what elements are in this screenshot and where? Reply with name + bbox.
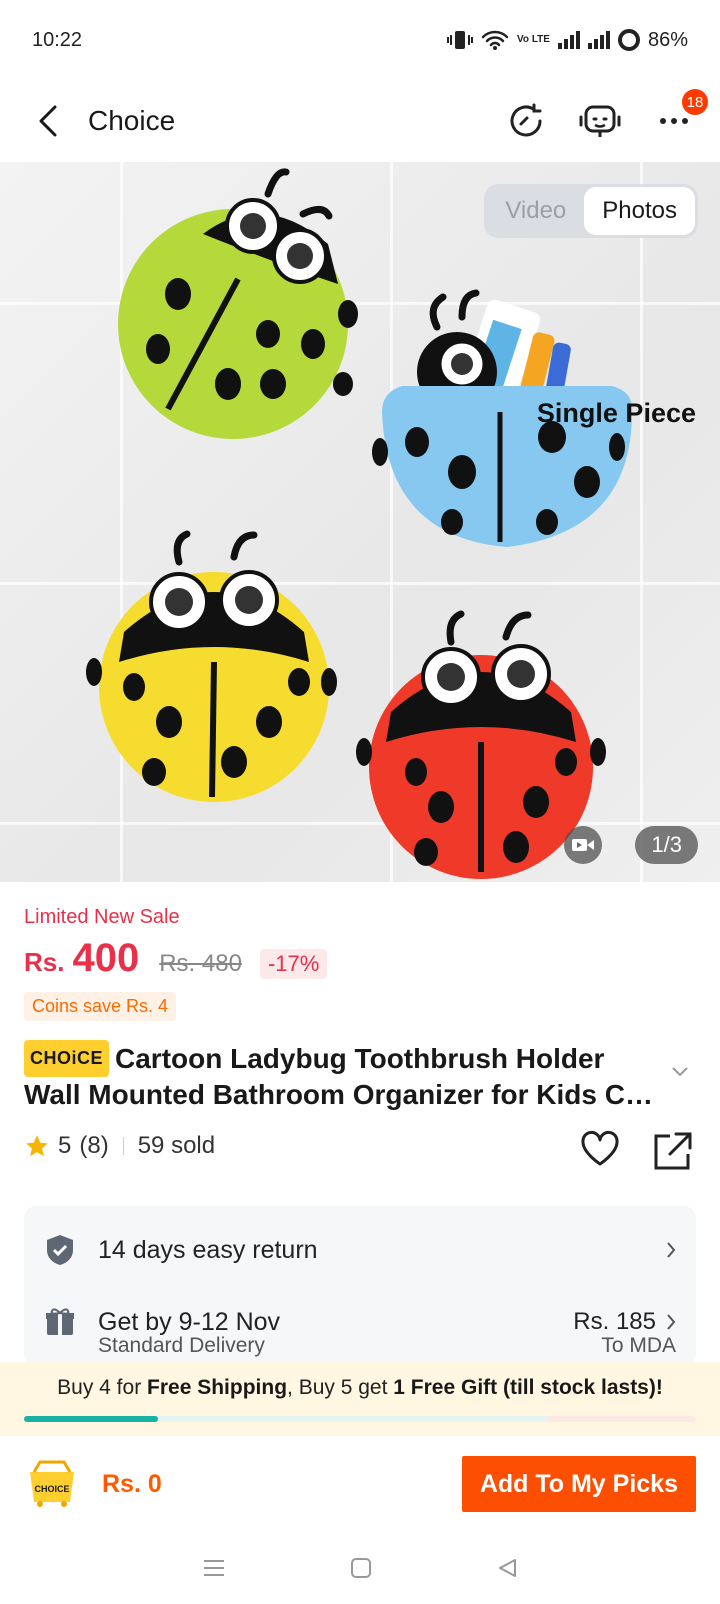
- more-menu-button[interactable]: 18: [652, 89, 708, 143]
- delivery-date: Get by 9-12 Nov: [98, 1307, 281, 1336]
- header-actions: 18: [504, 89, 708, 143]
- back-triangle-icon[interactable]: [496, 1557, 518, 1579]
- gift-box-icon: [44, 1306, 76, 1338]
- share-button[interactable]: [652, 1130, 694, 1177]
- battery-icon: [617, 29, 640, 51]
- yellow-ladybug-image: [86, 530, 337, 802]
- free-shipping-banner[interactable]: Buy 4 for Free Shipping, Buy 5 get 1 Fre…: [0, 1362, 720, 1436]
- rating-value: 5: [58, 1132, 72, 1159]
- more-icon: [660, 118, 688, 124]
- original-price: Rs. 480: [159, 950, 242, 977]
- recents-menu-icon[interactable]: [202, 1558, 226, 1578]
- wifi-icon: [481, 30, 509, 50]
- back-button[interactable]: [30, 99, 66, 143]
- battery-percent: 86%: [647, 28, 688, 51]
- video-camera-icon: [572, 839, 594, 851]
- video-play-button[interactable]: [564, 826, 602, 864]
- system-navigation-bar: [0, 1532, 720, 1604]
- status-time: 10:22: [32, 28, 83, 51]
- chevron-right-icon: [667, 1242, 676, 1258]
- add-to-picks-button[interactable]: Add To My Picks: [461, 1456, 696, 1512]
- delivery-price: Rs. 185: [573, 1308, 656, 1335]
- return-text: 14 days easy return: [98, 1235, 318, 1264]
- home-square-icon[interactable]: [350, 1557, 372, 1579]
- choice-brand-logo: CHOiCE: [24, 1040, 110, 1077]
- chevron-down-icon[interactable]: [670, 1066, 690, 1078]
- discount-badge: -17%: [259, 949, 328, 979]
- media-type-toggle: Video Photos: [484, 184, 698, 238]
- share-icon: [654, 1132, 692, 1170]
- image-caption: Single Piece: [536, 398, 696, 428]
- picks-cart-button[interactable]: CHOICE: [24, 1454, 80, 1515]
- image-counter: 1/3: [635, 826, 698, 864]
- promo-text: Buy 4 for Free Shipping, Buy 5 get 1 Fre…: [57, 1376, 663, 1399]
- product-title-line1: Cartoon Ladybug Toothbrush Holder: [115, 1043, 605, 1074]
- product-title[interactable]: CHOiCE Cartoon Ladybug Toothbrush Holder …: [24, 1040, 674, 1112]
- choice-cart-icon: CHOICE: [30, 1460, 74, 1507]
- chevron-right-icon: [667, 1314, 676, 1330]
- signal-icon: [557, 31, 580, 49]
- promo-progress-fill: [24, 1416, 159, 1422]
- product-title-line2: Wall Mounted Bathroom Organizer for Kids…: [24, 1079, 653, 1110]
- delivery-destination: To MDA: [601, 1334, 676, 1357]
- rating-row[interactable]: 5 (8) 59 sold: [24, 1132, 215, 1160]
- product-image-gallery[interactable]: Video Photos Single Piece 1/3: [0, 162, 720, 882]
- price-row: Rs. 400 Rs. 480 -17%: [24, 936, 328, 981]
- return-policy-row[interactable]: 14 days easy return: [24, 1220, 696, 1280]
- sale-label: Limited New Sale: [24, 906, 180, 928]
- status-bar: 10:22 Vo LTE 86%: [0, 0, 720, 80]
- status-icons: Vo LTE 86%: [447, 29, 688, 52]
- volte-indicator: Vo LTE: [517, 34, 550, 45]
- tab-photos[interactable]: Photos: [584, 187, 695, 235]
- wishlist-button[interactable]: [580, 1130, 620, 1173]
- notification-badge: 18: [682, 89, 708, 115]
- green-ladybug-image: [118, 168, 358, 439]
- review-count: (8): [79, 1132, 109, 1159]
- delivery-type: Standard Delivery: [98, 1334, 265, 1357]
- history-icon: [510, 103, 542, 137]
- promo-progress-track: [24, 1416, 696, 1422]
- bottom-action-bar: CHOICE Rs. 0 Add To My Picks: [0, 1436, 720, 1532]
- shield-check-icon: [44, 1234, 76, 1266]
- page-title: Choice: [88, 105, 176, 136]
- customer-service-button[interactable]: [578, 99, 622, 143]
- tab-video[interactable]: Video: [487, 187, 584, 235]
- history-button[interactable]: [504, 99, 548, 143]
- price-currency: Rs.: [24, 947, 65, 977]
- back-arrow-icon: [39, 105, 57, 137]
- picks-total: Rs. 0: [102, 1469, 162, 1498]
- sold-count: 59 sold: [137, 1132, 216, 1159]
- coins-badge: Coins save Rs. 4: [24, 992, 177, 1021]
- divider: [122, 1137, 124, 1155]
- services-card: 14 days easy return Get by 9-12 Nov Rs. …: [24, 1206, 696, 1366]
- vibrate-icon: [447, 31, 473, 49]
- chat-bot-icon: [579, 105, 621, 137]
- svg-text:CHOICE: CHOICE: [34, 1484, 69, 1494]
- app-header: Choice 18: [0, 80, 720, 162]
- current-price: 400: [72, 936, 140, 980]
- star-icon: [26, 1135, 48, 1157]
- signal-icon-2: [587, 31, 610, 49]
- heart-icon: [581, 1131, 619, 1166]
